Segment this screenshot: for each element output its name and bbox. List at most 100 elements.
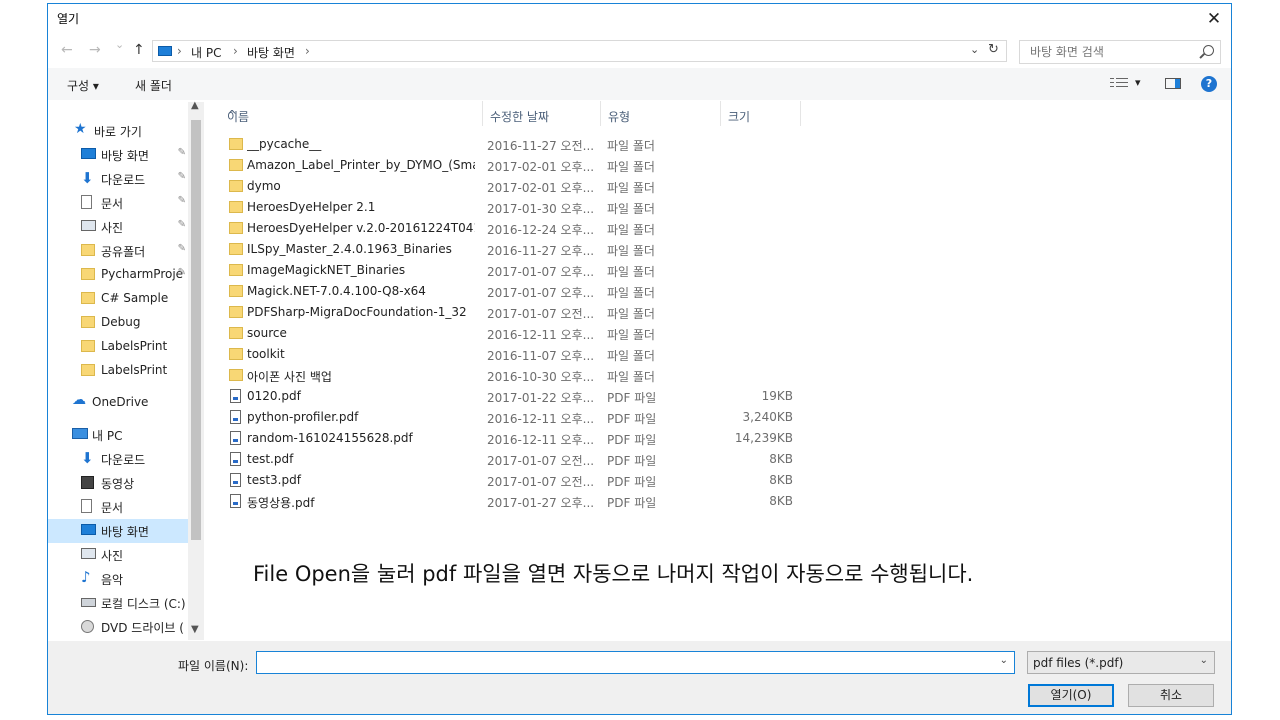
nav-item[interactable]: ⬇ 다운로드 [48,447,188,471]
folder-icon [81,292,95,304]
chevron-down-icon[interactable]: ⌄ [1000,655,1008,666]
filename-field[interactable]: ⌄ [256,651,1015,674]
pc-icon [158,46,172,56]
breadcrumb-separator: › [177,44,182,58]
column-header-size[interactable]: 크기 [721,101,801,126]
pdf-file-icon [230,452,241,466]
file-row[interactable]: toolkit 2016-11-07 오후... 파일 폴더 [205,344,805,365]
new-folder-button[interactable]: 새 폴더 [135,77,172,94]
view-options-icon[interactable] [1110,76,1128,90]
nav-item[interactable]: 바탕 화면 [48,519,188,543]
file-name: python-profiler.pdf [247,410,359,424]
file-date: 2017-01-27 오후... [487,496,595,510]
file-row[interactable]: 아이폰 사진 백업 2016-10-30 오후... 파일 폴더 [205,365,805,386]
nav-item[interactable]: 문서 [48,495,188,519]
desktop-icon [81,524,96,535]
nav-item-label: 바로 가기 [94,125,142,139]
column-header-date[interactable]: 수정한 날짜 [483,101,601,126]
nav-item[interactable]: ☁ OneDrive [48,391,188,415]
file-row[interactable]: HeroesDyeHelper 2.1 2017-01-30 오후... 파일 폴더 [205,197,805,218]
open-button[interactable]: 열기(O) [1028,684,1114,707]
nav-item[interactable]: C# Sample [48,287,188,311]
file-date: 2016-12-11 오후... [487,328,595,342]
folder-icon [81,340,95,352]
search-icon[interactable] [1203,45,1214,56]
file-row[interactable]: 0120.pdf 2017-01-22 오후... PDF 파일 19KB [205,386,805,407]
organize-button[interactable]: 구성 ▾ [67,77,99,94]
nav-item-label: 로컬 디스크 (C:) [101,597,186,611]
file-row[interactable]: dymo 2017-02-01 오후... 파일 폴더 [205,176,805,197]
star-icon: ★ [74,121,87,137]
recent-locations-icon[interactable]: ⌄ [115,38,124,51]
nav-item[interactable]: LabelsPrint [48,335,188,359]
file-date: 2017-02-01 오후... [487,181,595,195]
chevron-down-icon[interactable]: ⌄ [970,43,979,56]
file-name: 동영상용.pdf [247,496,315,510]
file-type: 파일 폴더 [607,223,655,237]
window-title: 열기 [57,12,80,26]
file-row[interactable]: test.pdf 2017-01-07 오전... PDF 파일 8KB [205,449,805,470]
file-row[interactable]: Magick.NET-7.0.4.100-Q8-x64 2017-01-07 오후… [205,281,805,302]
file-type-filter[interactable]: pdf files (*.pdf) ⌄ [1027,651,1215,674]
nav-item[interactable]: ⬇ 다운로드 ✎ [48,167,188,191]
nav-item[interactable]: 사진 [48,543,188,567]
breadcrumb-desktop[interactable]: 바탕 화면 [247,44,295,61]
nav-item[interactable]: PycharmProje ✎ [48,263,188,287]
filename-input[interactable] [261,653,985,674]
cancel-button[interactable]: 취소 [1128,684,1214,707]
nav-item[interactable]: 공유폴더 ✎ [48,239,188,263]
help-icon[interactable]: ? [1201,76,1217,92]
nav-item[interactable]: 내 PC [48,423,188,447]
nav-item[interactable]: DVD 드라이브 ( [48,615,188,639]
pin-icon: ✎ [177,147,186,158]
file-row[interactable]: HeroesDyeHelper v.2.0-20161224T041... 201… [205,218,805,239]
forward-arrow-icon[interactable]: → [89,42,101,58]
nav-item-label: 사진 [101,221,124,235]
file-row[interactable]: random-161024155628.pdf 2016-12-11 오후... P… [205,428,805,449]
scrollbar-thumb[interactable] [191,120,201,540]
file-name: toolkit [247,347,285,361]
file-row[interactable]: ImageMagickNET_Binaries 2017-01-07 오후... 파… [205,260,805,281]
folder-icon [229,327,243,339]
close-icon[interactable]: ✕ [1199,4,1229,34]
file-type: 파일 폴더 [607,328,655,342]
nav-item[interactable]: ♪ 음악 [48,567,188,591]
nav-item[interactable]: Debug [48,311,188,335]
pin-icon: ✎ [177,267,186,278]
nav-item[interactable]: 바탕 화면 ✎ [48,143,188,167]
nav-item[interactable]: LabelsPrint [48,359,188,383]
nav-item[interactable]: 문서 ✎ [48,191,188,215]
file-row[interactable]: Amazon_Label_Printer_by_DYMO_(Small... 20… [205,155,805,176]
breadcrumb-my-pc[interactable]: 내 PC [191,44,221,61]
nav-item-label: Debug [101,315,141,329]
file-type: 파일 폴더 [607,202,655,216]
back-arrow-icon[interactable]: ← [61,42,73,58]
file-row[interactable]: PDFSharp-MigraDocFoundation-1_32 2017-01-… [205,302,805,323]
preview-pane-icon[interactable] [1165,78,1181,89]
column-header-name[interactable]: 이름 ^ [220,101,483,126]
scroll-up-icon[interactable]: ▲ [191,100,199,111]
up-arrow-icon[interactable]: ↑ [133,42,145,58]
column-header-type[interactable]: 유형 [601,101,721,126]
scroll-down-icon[interactable]: ▼ [191,624,199,635]
pin-icon: ✎ [177,171,186,182]
nav-item-label: 바탕 화면 [101,525,149,539]
file-row[interactable]: python-profiler.pdf 2016-12-11 오후... PDF 파… [205,407,805,428]
nav-item[interactable]: 로컬 디스크 (C:) [48,591,188,615]
nav-item[interactable]: 사진 ✎ [48,215,188,239]
file-row[interactable]: ILSpy_Master_2.4.0.1963_Binaries 2016-11-… [205,239,805,260]
search-input[interactable] [1028,44,1197,60]
nav-scrollbar[interactable]: ▲ ▼ [188,100,204,640]
file-row[interactable]: __pycache__ 2016-11-27 오전... 파일 폴더 [205,134,805,155]
search-box[interactable] [1019,40,1221,64]
nav-item[interactable]: 동영상 [48,471,188,495]
file-row[interactable]: 동영상용.pdf 2017-01-27 오후... PDF 파일 8KB [205,491,805,512]
file-row[interactable]: test3.pdf 2017-01-07 오전... PDF 파일 8KB [205,470,805,491]
view-dropdown-icon[interactable]: ▾ [1135,76,1141,89]
file-row[interactable]: source 2016-12-11 오후... 파일 폴더 [205,323,805,344]
nav-item[interactable]: ★ 바로 가기 [48,119,188,143]
address-bar[interactable]: › 내 PC › 바탕 화면 › [152,40,1007,62]
refresh-icon[interactable]: ↻ [988,42,999,57]
file-date: 2016-11-07 오후... [487,349,595,363]
nav-item-label: 내 PC [92,429,123,443]
